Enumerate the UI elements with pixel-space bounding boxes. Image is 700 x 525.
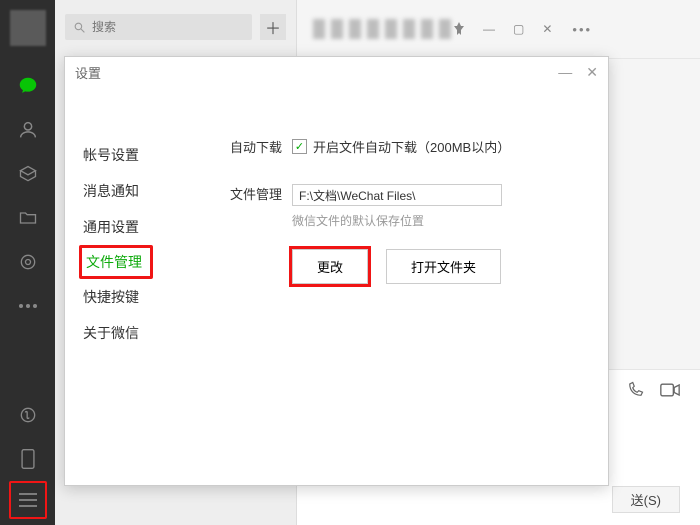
search-box[interactable]	[65, 14, 252, 40]
settings-content: 自动下载 ✓ 开启文件自动下载（200MB以内） 文件管理 微信文件的默认保存位…	[180, 87, 608, 485]
maximize-button[interactable]: ▢	[513, 22, 524, 36]
search-row: ＋	[55, 0, 296, 50]
favorites-icon[interactable]	[15, 161, 41, 187]
more-dots-icon[interactable]	[15, 293, 41, 319]
contacts-icon[interactable]	[15, 117, 41, 143]
dialog-header: 设置 — ✕	[65, 57, 608, 87]
moments-icon[interactable]	[15, 249, 41, 275]
nav-notify[interactable]: 消息通知	[83, 173, 180, 209]
menu-icon[interactable]	[15, 487, 41, 513]
close-button[interactable]: ✕	[542, 22, 552, 36]
search-input[interactable]	[92, 20, 244, 34]
nav-about[interactable]: 关于微信	[83, 315, 180, 351]
nav-files-highlight: 文件管理	[79, 245, 153, 279]
row-auto-download: 自动下载 ✓ 开启文件自动下载（200MB以内）	[210, 137, 578, 156]
change-button[interactable]: 更改	[292, 249, 368, 284]
label-file-mgmt: 文件管理	[210, 184, 282, 203]
voice-call-icon[interactable]	[626, 381, 644, 399]
open-folder-button[interactable]: 打开文件夹	[386, 249, 501, 284]
dialog-body: 帐号设置 消息通知 通用设置 文件管理 快捷按键 关于微信 自动下载 ✓ 开启文…	[65, 87, 608, 485]
send-button[interactable]: 送(S)	[612, 486, 680, 513]
sidebar-rail	[0, 0, 55, 525]
phone-icon[interactable]	[15, 446, 41, 472]
settings-nav: 帐号设置 消息通知 通用设置 文件管理 快捷按键 关于微信	[65, 87, 180, 485]
files-icon[interactable]	[15, 205, 41, 231]
miniprogram-icon[interactable]	[15, 402, 41, 428]
nav-files[interactable]: 文件管理	[86, 254, 142, 270]
button-row: 更改 打开文件夹	[292, 249, 578, 284]
new-chat-button[interactable]: ＋	[260, 14, 286, 40]
file-path-input[interactable]	[292, 184, 502, 206]
nav-account[interactable]: 帐号设置	[83, 137, 180, 173]
chat-title	[313, 19, 453, 39]
video-call-icon[interactable]	[660, 383, 680, 397]
dialog-minimize-button[interactable]: —	[558, 64, 572, 80]
settings-dialog: 设置 — ✕ 帐号设置 消息通知 通用设置 文件管理 快捷按键 关于微信 自动下…	[64, 56, 609, 486]
titlebar: — ▢ ✕ •••	[297, 0, 700, 58]
row-file-path: 文件管理 微信文件的默认保存位置 更改 打开文件夹	[210, 184, 578, 284]
search-icon	[73, 21, 86, 34]
pin-button[interactable]	[453, 22, 465, 36]
dialog-close-button[interactable]: ✕	[586, 64, 598, 81]
menu-highlight-box	[9, 481, 47, 519]
dialog-title: 设置	[75, 63, 544, 82]
nav-general[interactable]: 通用设置	[83, 209, 180, 245]
chat-icon[interactable]	[15, 73, 41, 99]
avatar[interactable]	[10, 10, 46, 46]
app-root: ＋ — ▢ ✕ •••	[0, 0, 700, 525]
nav-shortcut[interactable]: 快捷按键	[83, 279, 180, 315]
file-path-hint: 微信文件的默认保存位置	[292, 212, 578, 229]
minimize-button[interactable]: —	[483, 22, 495, 36]
auto-download-checkbox-label: 开启文件自动下载（200MB以内）	[313, 137, 510, 156]
label-auto-download: 自动下载	[210, 137, 282, 156]
checkbox-checked-icon: ✓	[292, 139, 307, 154]
window-controls: — ▢ ✕	[453, 22, 552, 36]
chat-more-icon[interactable]: •••	[572, 22, 592, 37]
auto-download-checkbox[interactable]: ✓ 开启文件自动下载（200MB以内）	[292, 137, 510, 156]
